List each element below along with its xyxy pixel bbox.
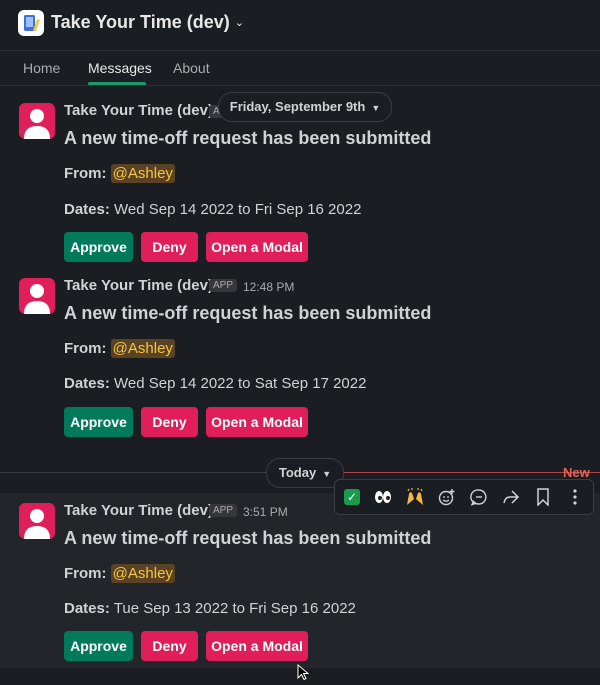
from-line: From: @Ashley bbox=[64, 564, 175, 583]
from-label: From: bbox=[64, 340, 107, 357]
mouse-cursor-icon bbox=[297, 663, 310, 685]
dates-label: Dates: bbox=[64, 201, 110, 218]
raised-hands-icon[interactable] bbox=[399, 480, 431, 514]
approve-button[interactable]: Approve bbox=[64, 631, 133, 661]
date-divider-pill[interactable]: Today ▼ bbox=[266, 458, 344, 488]
dates-label: Dates: bbox=[64, 375, 110, 392]
user-mention[interactable]: @Ashley bbox=[110, 564, 175, 583]
from-label: From: bbox=[64, 565, 107, 582]
avatar[interactable] bbox=[19, 278, 55, 314]
from-line: From: @Ashley bbox=[64, 164, 175, 183]
avatar[interactable] bbox=[19, 103, 55, 139]
tab-bar: Home Messages About bbox=[0, 51, 600, 86]
dates-value: Tue Sep 13 2022 to Fri Sep 16 2022 bbox=[113, 600, 356, 617]
approve-button[interactable]: Approve bbox=[64, 407, 133, 437]
sender-name[interactable]: Take Your Time (dev) bbox=[64, 277, 213, 294]
tab-about[interactable]: About bbox=[173, 60, 210, 76]
open-modal-button[interactable]: Open a Modal bbox=[206, 407, 308, 437]
reply-in-thread-icon[interactable] bbox=[463, 480, 495, 514]
user-mention[interactable]: @Ashley bbox=[110, 164, 175, 183]
white-check-mark-icon[interactable]: ✓ bbox=[335, 480, 367, 514]
date-divider-label: Friday, September 9th bbox=[229, 99, 366, 114]
share-icon[interactable] bbox=[495, 480, 527, 514]
dates-line: Dates: Wed Sep 14 2022 to Sat Sep 17 202… bbox=[64, 375, 366, 392]
dates-line: Dates: Wed Sep 14 2022 to Fri Sep 16 202… bbox=[64, 201, 361, 218]
message-timestamp[interactable]: 12:48 PM bbox=[243, 280, 294, 294]
message-title: A new time-off request has been submitte… bbox=[64, 303, 432, 323]
tab-messages[interactable]: Messages bbox=[88, 60, 152, 76]
from-label: From: bbox=[64, 165, 107, 182]
from-line: From: @Ashley bbox=[64, 339, 175, 358]
deny-button[interactable]: Deny bbox=[141, 232, 198, 262]
eyes-icon[interactable] bbox=[367, 480, 399, 514]
date-divider-pill[interactable]: Friday, September 9th ▼ bbox=[218, 92, 392, 122]
approve-button[interactable]: Approve bbox=[64, 232, 133, 262]
open-modal-button[interactable]: Open a Modal bbox=[206, 232, 308, 262]
sender-name[interactable]: Take Your Time (dev) bbox=[64, 102, 213, 119]
app-icon bbox=[18, 10, 44, 36]
sender-name[interactable]: Take Your Time (dev) bbox=[64, 502, 213, 519]
deny-button[interactable]: Deny bbox=[141, 407, 198, 437]
dates-value: Wed Sep 14 2022 to Sat Sep 17 2022 bbox=[114, 375, 367, 392]
message-timestamp[interactable]: 3:51 PM bbox=[243, 505, 288, 519]
dates-line: Dates: Tue Sep 13 2022 to Fri Sep 16 202… bbox=[64, 600, 356, 617]
app-title[interactable]: Take Your Time (dev) ⌄ bbox=[51, 12, 244, 33]
chevron-down-icon: ▼ bbox=[371, 103, 381, 113]
new-messages-label: New bbox=[563, 465, 590, 480]
divider-line bbox=[0, 472, 266, 473]
app-header: Take Your Time (dev) ⌄ bbox=[0, 0, 600, 51]
chevron-down-icon: ⌄ bbox=[234, 17, 244, 29]
add-reaction-icon[interactable] bbox=[431, 480, 463, 514]
message-actions-toolbar: ✓ bbox=[334, 479, 594, 515]
avatar[interactable] bbox=[19, 503, 55, 539]
app-badge: APP bbox=[209, 279, 238, 292]
dates-label: Dates: bbox=[64, 600, 110, 617]
date-divider-label: Today bbox=[278, 465, 317, 480]
active-tab-indicator bbox=[88, 82, 146, 85]
dates-value: Wed Sep 14 2022 to Fri Sep 16 2022 bbox=[114, 201, 362, 218]
bookmark-icon[interactable] bbox=[527, 480, 559, 514]
user-mention[interactable]: @Ashley bbox=[110, 339, 175, 358]
message-title: A new time-off request has been submitte… bbox=[64, 128, 432, 148]
tab-home[interactable]: Home bbox=[23, 60, 60, 76]
more-actions-icon[interactable] bbox=[559, 480, 591, 514]
message-title: A new time-off request has been submitte… bbox=[64, 528, 432, 548]
app-badge: APP bbox=[209, 504, 238, 517]
open-modal-button[interactable]: Open a Modal bbox=[206, 631, 308, 661]
app-title-text: Take Your Time (dev) bbox=[51, 12, 230, 32]
new-messages-line bbox=[344, 472, 600, 473]
chevron-down-icon: ▼ bbox=[322, 469, 332, 479]
deny-button[interactable]: Deny bbox=[141, 631, 198, 661]
